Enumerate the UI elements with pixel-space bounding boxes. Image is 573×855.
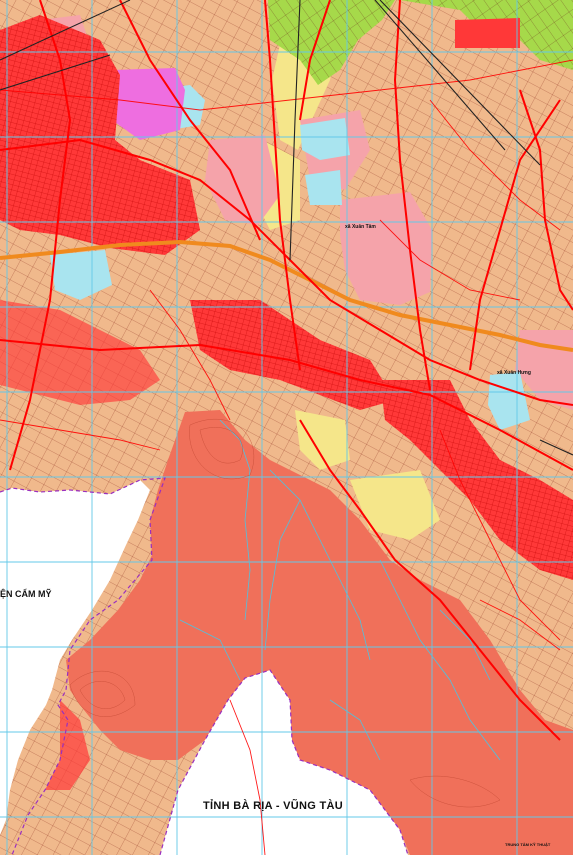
land-use-map[interactable]: TỈNH BÀ RỊA - VŨNG TÀU ỆN CẨM MỸ xã Xuân… bbox=[0, 0, 573, 855]
credit-label: TRUNG TÂM KỸ THUẬT bbox=[505, 842, 551, 847]
commune-label-xuan-hung: xã Xuân Hưng bbox=[497, 370, 531, 376]
province-label: TỈNH BÀ RỊA - VŨNG TÀU bbox=[203, 800, 344, 812]
map-canvas bbox=[0, 0, 573, 855]
district-label: ỆN CẨM MỸ bbox=[0, 589, 52, 599]
commune-label-xuan-tam: xã Xuân Tâm bbox=[345, 224, 376, 230]
